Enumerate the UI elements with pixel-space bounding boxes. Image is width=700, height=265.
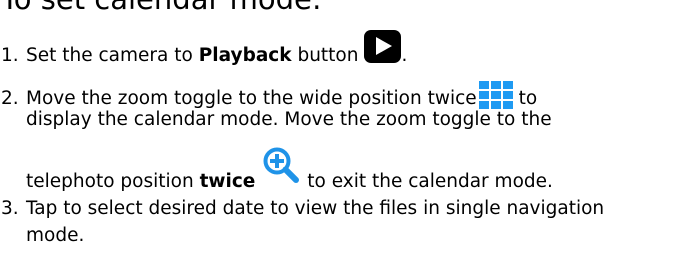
playback-icon: [364, 30, 402, 63]
step-2-twice: twice: [199, 171, 256, 192]
step-1-period: .: [401, 45, 408, 66]
step-2-text-line-3: telephoto position: [26, 171, 200, 192]
step-1-playback-label: Playback: [198, 45, 292, 66]
step-2-text-line-3-after: to exit the calendar mode.: [307, 171, 553, 192]
step-3-text-line-1: Tap to select desired date to view the f…: [26, 198, 605, 219]
step-3-line-1: 3. Tap to select desired date to view the…: [1, 197, 604, 221]
step-2-number: 2.: [1, 88, 19, 109]
step-2-line-1: 2. Move the zoom toggle to the wide posit…: [1, 81, 537, 111]
step-2-line-2: display the calendar mode. Move the zoom…: [26, 109, 552, 130]
zoom-in-magnifier-icon: [263, 147, 301, 185]
step-2-text-line-1: Move the zoom toggle to the wide positio…: [26, 88, 477, 109]
step-1-text-after: button: [291, 45, 359, 66]
page-heading: To set calendar mode:: [1, 0, 322, 17]
step-2-text-line-1-after: to: [518, 88, 538, 109]
step-3-number: 3.: [1, 198, 19, 219]
step-3-line-2: mode.: [26, 225, 85, 246]
step-1-text: Set the camera to: [26, 45, 199, 66]
step-2-line-3: telephoto position twice to exit the cal…: [26, 147, 553, 194]
step-1-number: 1.: [1, 45, 19, 66]
step-1: 1. Set the camera to Playback button.: [1, 30, 407, 68]
calendar-grid-icon: [478, 81, 513, 109]
